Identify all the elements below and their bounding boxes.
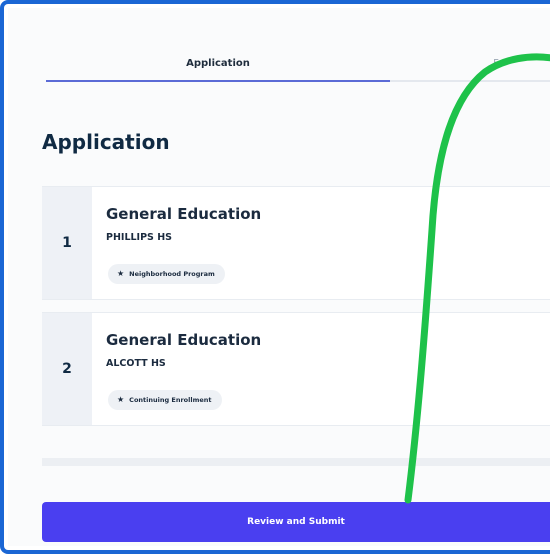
star-icon: ★ [117, 395, 125, 404]
tab-track [390, 80, 550, 82]
star-icon: ★ [117, 269, 125, 278]
program-name: General Education [106, 205, 262, 223]
priority-badge-label: Neighborhood Program [129, 270, 215, 278]
choice-card-1[interactable]: 1 General Education PHILLIPS HS ★ Neighb… [42, 186, 550, 300]
tab-bar: Application F [46, 48, 550, 86]
section-divider [42, 458, 550, 466]
choice-rank: 1 [42, 187, 92, 299]
priority-badge: ★ Neighborhood Program [108, 264, 225, 284]
priority-badge-label: Continuing Enrollment [129, 396, 212, 404]
choice-rank: 2 [42, 313, 92, 425]
review-and-submit-button[interactable]: Review and Submit [42, 502, 550, 542]
choice-card-2[interactable]: 2 General Education ALCOTT HS ★ Continui… [42, 312, 550, 426]
screen-frame: Application F Application 1 General Educ… [0, 0, 550, 554]
program-name: General Education [106, 331, 262, 349]
page-title: Application [42, 130, 170, 154]
school-name: ALCOTT HS [106, 358, 166, 369]
priority-badge: ★ Continuing Enrollment [108, 390, 222, 410]
school-name: PHILLIPS HS [106, 232, 172, 243]
active-tab-indicator [46, 80, 390, 82]
